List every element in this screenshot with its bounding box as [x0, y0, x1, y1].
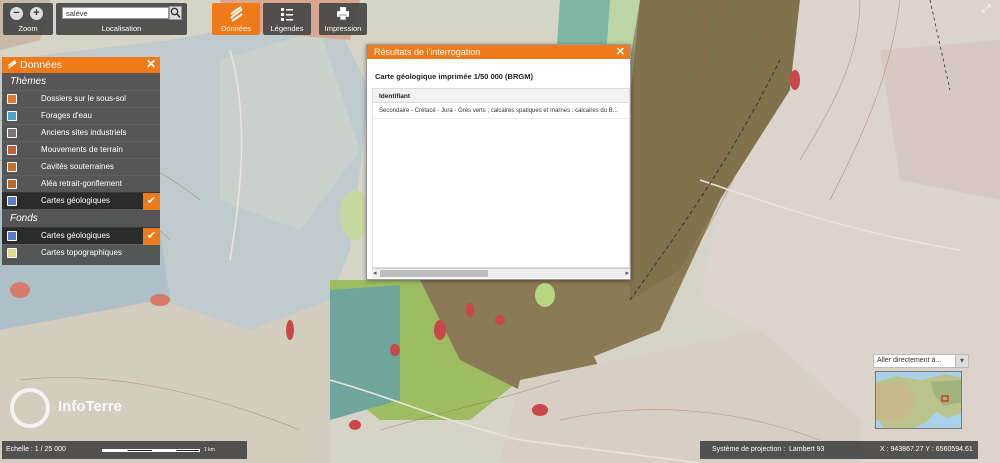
scale-graphic — [102, 449, 200, 452]
results-table: Identifiant Secondaire - Crétacé - Jura … — [372, 88, 630, 268]
goto-label: Aller directement à... — [877, 357, 942, 364]
donnees-panel-header: Données ✕ — [2, 57, 160, 73]
factory-icon — [7, 128, 17, 138]
expand-icon[interactable]: ⤢ — [976, 3, 996, 17]
layer-label: Forages d'eau — [41, 111, 92, 120]
scroll-left-icon[interactable]: ◂ — [373, 269, 377, 277]
zoom-group: − + Zoom — [3, 3, 53, 35]
fonds-section-title: Fonds — [10, 213, 38, 224]
donnees-label: Données — [220, 24, 252, 33]
overview-map[interactable] — [875, 371, 962, 429]
cursor-coordinates: X : 943867.27 Y : 6560594.61 — [880, 446, 973, 453]
layer-label: Cavités souterraines — [41, 162, 114, 171]
donnees-button[interactable]: Données — [212, 3, 260, 35]
themes-section-title: Thèmes — [10, 76, 47, 87]
layer-row[interactable]: Aléa retrait-gonflement — [2, 175, 160, 192]
checkmark-icon[interactable]: ✔ — [143, 193, 160, 210]
scale-bar: Echelle : 1 / 25 000 1 km — [2, 441, 247, 459]
drill-icon — [7, 111, 17, 121]
logo-text: InfoTerre — [58, 398, 122, 415]
layer-row[interactable]: Cartes géologiques ✔ — [2, 192, 160, 210]
circle-target-icon — [7, 94, 17, 104]
layer-label: Cartes géologiques — [41, 231, 110, 240]
zoom-in-button[interactable]: + — [30, 7, 43, 20]
layers-icon — [8, 60, 17, 69]
horizontal-scrollbar[interactable]: ◂ ▸ — [372, 268, 630, 278]
geology-map-icon — [7, 231, 17, 241]
impression-button[interactable]: Impression — [319, 3, 367, 35]
search-button[interactable] — [169, 6, 182, 20]
layer-row[interactable]: Forages d'eau — [2, 107, 160, 124]
layer-row[interactable]: Cavités souterraines — [2, 158, 160, 175]
cave-icon — [7, 162, 17, 172]
search-icon — [170, 7, 181, 18]
query-results-header: Résultats de l'interrogation ✕ — [367, 45, 630, 59]
impression-label: Impression — [324, 24, 362, 33]
layers-icon — [230, 6, 243, 22]
layer-label: Cartes topographiques — [41, 248, 122, 257]
projection-value: Lambert 93 — [789, 446, 825, 453]
close-icon[interactable]: ✕ — [146, 57, 156, 71]
donnees-panel-title: Données — [20, 59, 63, 71]
printer-icon — [337, 7, 349, 21]
fonds-list: Cartes géologiques ✔ Cartes topographiques — [2, 227, 160, 261]
legendes-label: Légendes — [270, 24, 304, 33]
query-results-title: Résultats de l'interrogation — [374, 47, 481, 57]
scale-unit: 1 km — [204, 447, 215, 453]
query-results-subtitle: Carte géologique imprimée 1/50 000 (BRGM… — [375, 72, 533, 81]
localisation-search-input[interactable] — [62, 7, 169, 19]
zoom-out-button[interactable]: − — [10, 7, 23, 20]
projection-bar: Système de projection : Lambert 93 X : 9… — [700, 441, 978, 459]
layer-label: Anciens sites industriels — [41, 128, 127, 137]
scale-label: Echelle : 1 / 25 000 — [6, 446, 66, 453]
query-results-dialog: Résultats de l'interrogation ✕ Carte géo… — [366, 44, 631, 280]
projection-label: Système de projection : — [712, 446, 786, 453]
geology-map-icon — [7, 196, 17, 206]
localisation-label: Localisation — [101, 24, 142, 33]
donnees-panel: Données ✕ Thèmes Dossiers sur le sous-so… — [2, 57, 160, 265]
scroll-right-icon[interactable]: ▸ — [625, 269, 629, 277]
layer-row[interactable]: Mouvements de terrain — [2, 141, 160, 158]
landslide-icon — [7, 145, 17, 155]
close-icon[interactable]: ✕ — [616, 45, 625, 58]
layer-row[interactable]: Dossiers sur le sous-sol — [2, 90, 160, 107]
layer-label: Mouvements de terrain — [41, 145, 123, 154]
clay-icon — [7, 179, 17, 189]
layer-row[interactable]: Cartes géologiques ✔ — [2, 227, 160, 245]
topo-map-icon — [7, 248, 17, 258]
legend-list-icon — [281, 8, 293, 21]
themes-list: Dossiers sur le sous-sol Forages d'eau Anc… — [2, 90, 160, 210]
column-header-identifiant: Identifiant — [373, 89, 629, 103]
goto-select[interactable]: Aller directement à... ▾ — [873, 354, 969, 368]
layer-label: Aléa retrait-gonflement — [41, 179, 122, 188]
chevron-down-icon[interactable]: ▾ — [955, 354, 969, 368]
table-row[interactable]: Secondaire - Crétacé - Jura - Grès verts… — [373, 103, 629, 119]
layer-row[interactable]: Anciens sites industriels — [2, 124, 160, 141]
zoom-label: Zoom — [18, 24, 38, 33]
layer-row[interactable]: Cartes topographiques — [2, 244, 160, 261]
scrollbar-thumb[interactable] — [380, 270, 488, 277]
layer-label: Dossiers sur le sous-sol — [41, 94, 126, 103]
checkmark-icon[interactable]: ✔ — [143, 228, 160, 245]
globe-icon — [10, 388, 50, 428]
layer-label: Cartes géologiques — [41, 196, 110, 205]
legendes-button[interactable]: Légendes — [263, 3, 311, 35]
